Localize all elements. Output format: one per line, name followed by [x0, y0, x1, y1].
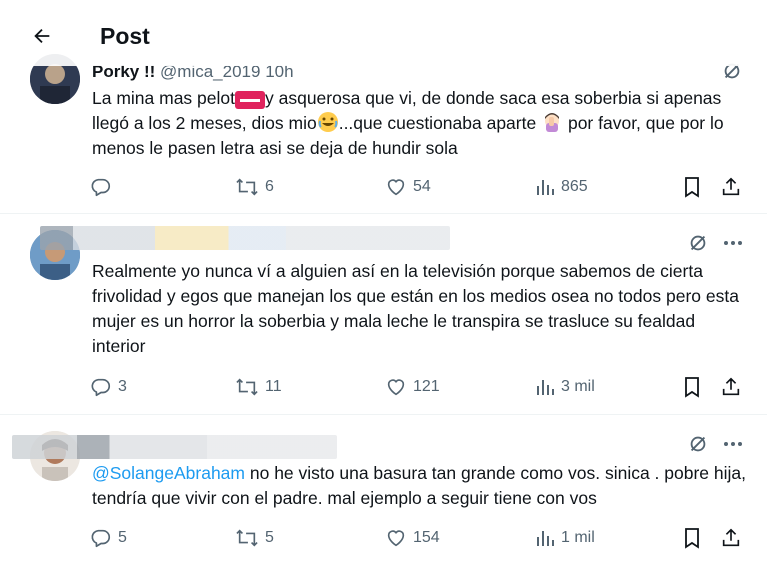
post-actions: 5 5 154 1 mil — [90, 525, 745, 551]
bookmark-button[interactable] — [682, 525, 702, 551]
blurred-author — [12, 435, 337, 459]
reply-button[interactable]: 5 — [90, 525, 127, 551]
post-text: Realmente yo nunca ví a alguien así en l… — [92, 261, 739, 356]
views-count: 3 mil — [561, 378, 595, 395]
share-icon — [722, 528, 740, 547]
reply-button[interactable] — [90, 174, 118, 200]
like-button[interactable]: 154 — [385, 525, 440, 551]
redaction-sticker: ▬▬ — [235, 91, 265, 109]
grok-icon[interactable] — [687, 232, 709, 254]
reply-count: 3 — [118, 378, 127, 395]
bookmark-button[interactable] — [682, 374, 702, 400]
heart-icon — [387, 530, 405, 547]
views-icon — [537, 380, 554, 395]
bookmark-icon — [685, 528, 699, 549]
repost-button[interactable]: 6 — [235, 174, 274, 200]
share-button[interactable] — [720, 525, 742, 551]
reply-post[interactable]: Realmente yo nunca ví a alguien así en l… — [0, 214, 767, 415]
bookmark-button[interactable] — [682, 174, 702, 200]
reply-icon — [91, 378, 111, 397]
share-button[interactable] — [720, 174, 742, 200]
views-count: 1 mil — [561, 529, 595, 546]
blurred-author — [40, 226, 450, 250]
views-button[interactable]: 1 mil — [535, 525, 595, 551]
like-count: 121 — [413, 378, 440, 395]
share-button[interactable] — [720, 374, 742, 400]
post-actions: 3 11 121 3 mil — [90, 374, 745, 400]
heart-icon — [387, 379, 405, 396]
repost-count: 6 — [265, 178, 274, 195]
grok-icon[interactable] — [687, 433, 709, 455]
mention-link[interactable]: @SolangeAbraham — [92, 463, 245, 483]
reply-post[interactable]: @SolangeAbraham no he visto una basura t… — [0, 415, 767, 570]
facepalm-emoji-icon — [545, 113, 560, 132]
reply-icon — [91, 178, 111, 197]
more-icon[interactable] — [723, 240, 743, 246]
views-count: 865 — [561, 178, 588, 195]
share-icon — [722, 377, 740, 396]
views-button[interactable]: 865 — [535, 174, 588, 200]
bookmark-icon — [685, 177, 699, 198]
post-text: La mina mas pelot ▬▬ y asquerosa que vi, d… — [92, 88, 724, 158]
views-button[interactable]: 3 mil — [535, 374, 595, 400]
crying-laughing-emoji-icon — [317, 112, 338, 132]
like-count: 54 — [413, 178, 431, 195]
repost-count: 11 — [265, 378, 282, 395]
repost-count: 5 — [265, 529, 274, 546]
back-button[interactable] — [28, 22, 56, 50]
more-icon[interactable] — [723, 441, 743, 447]
post-text: @SolangeAbraham no he visto una basura t… — [92, 463, 746, 508]
views-icon — [537, 531, 554, 546]
share-icon — [722, 177, 740, 196]
like-button[interactable]: 121 — [385, 374, 440, 400]
bookmark-icon — [685, 377, 699, 398]
like-count: 154 — [413, 529, 440, 546]
repost-icon — [236, 378, 258, 396]
repost-button[interactable]: 11 — [235, 374, 282, 400]
page-title: Post — [100, 23, 150, 49]
arrow-left-icon — [34, 28, 50, 44]
reply-button[interactable]: 3 — [90, 374, 127, 400]
repost-icon — [236, 529, 258, 547]
repost-button[interactable]: 5 — [235, 525, 274, 551]
post-actions: 6 54 865 — [90, 174, 745, 200]
heart-icon — [387, 179, 405, 196]
like-button[interactable]: 54 — [385, 174, 431, 200]
top-bar: Post — [0, 0, 767, 66]
reply-icon — [91, 529, 111, 548]
reply-count: 5 — [118, 529, 127, 546]
views-icon — [537, 180, 554, 195]
repost-icon — [236, 178, 258, 196]
